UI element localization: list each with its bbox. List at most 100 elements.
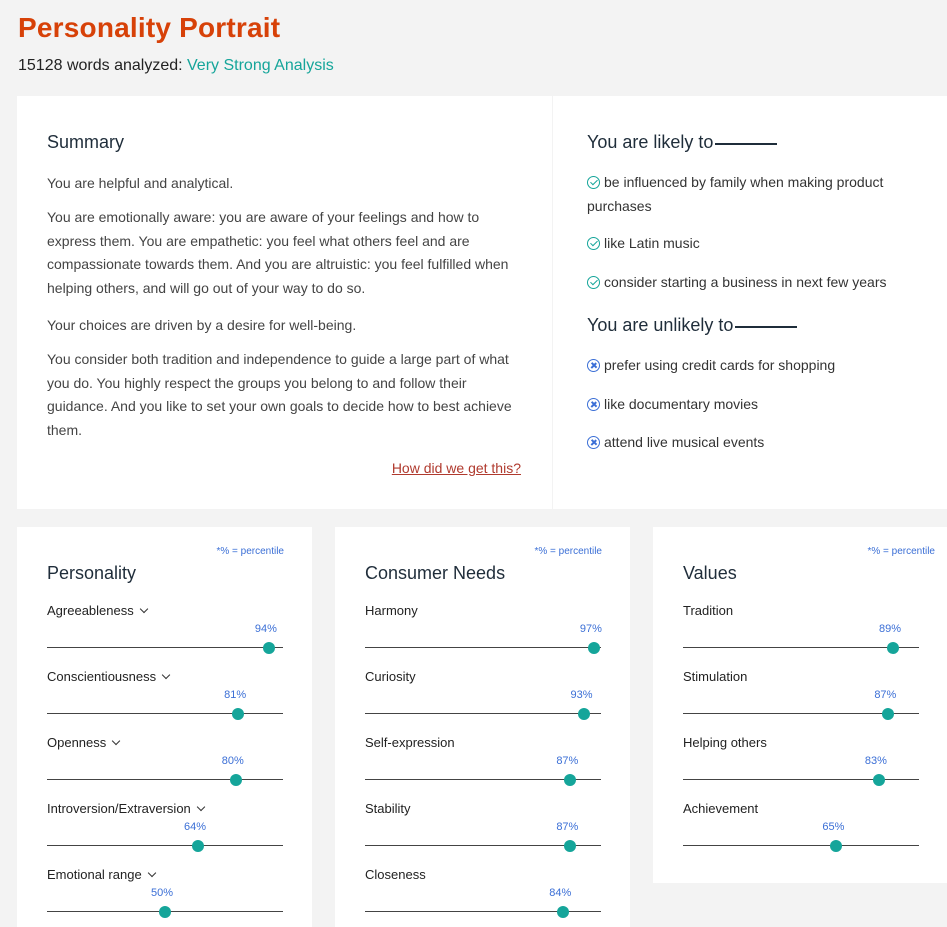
percentile-value: 83% (864, 755, 887, 767)
slider-marker (830, 840, 843, 852)
percentile-value: 93% (570, 689, 593, 701)
unlikely-item: like documentary movies (587, 392, 932, 416)
trait-slider-row[interactable]: Openness 80% (47, 735, 283, 795)
trait-slider-row: Harmony 97% (365, 603, 602, 663)
trait-label[interactable]: Emotional range (47, 867, 156, 882)
trait-slider-row: Self-expression 87% (365, 735, 601, 795)
personality-panel: *% = percentile Personality Agreeablenes… (17, 527, 312, 927)
likely-heading: You are likely to (587, 132, 778, 153)
slider-marker (229, 774, 242, 786)
x-circle-icon (587, 398, 600, 411)
summary-paragraph: Your choices are driven by a desire for … (47, 317, 357, 333)
likely-item: like Latin music (587, 231, 932, 255)
slider-marker (159, 906, 171, 918)
slider-track (47, 647, 283, 648)
percentile-value: 97% (579, 623, 602, 635)
percentile-note: *% = percentile (216, 546, 284, 557)
percentile-value: 64% (184, 821, 207, 833)
trait-slider-row: Stimulation 87% (683, 669, 919, 729)
percentile-value: 80% (221, 755, 244, 767)
trait-label[interactable]: Openness (47, 735, 121, 750)
slider-track (47, 713, 283, 714)
slider-marker (232, 708, 245, 720)
check-circle-icon (587, 176, 600, 189)
trait-label: Curiosity (365, 669, 416, 684)
slider-marker (262, 642, 275, 654)
summary-card: Summary You are helpful and analytical. … (17, 96, 552, 509)
trait-slider-row[interactable]: Emotional range 50% (47, 867, 283, 927)
unlikely-item: attend live musical events (587, 430, 932, 454)
slider-marker (557, 906, 570, 918)
summary-paragraph: You consider both tradition and independ… (47, 351, 512, 438)
slider-track (683, 647, 919, 648)
trait-label: Achievement (683, 801, 759, 816)
trait-label[interactable]: Conscientiousness (47, 669, 171, 684)
percentile-value: 50% (151, 887, 174, 899)
slider-track (365, 713, 601, 714)
analysis-strength: Very Strong Analysis (187, 57, 334, 74)
trait-slider-row[interactable]: Agreeableness 94% (47, 603, 283, 663)
slider-marker (564, 840, 577, 852)
trait-label: Stability (365, 801, 411, 816)
analysis-summary-line: 15128 words analyzed: Very Strong Analys… (18, 57, 334, 75)
trait-slider-row[interactable]: Conscientiousness 81% (47, 669, 283, 729)
trait-slider-row: Helping others 83% (683, 735, 919, 795)
personality-heading: Personality (47, 563, 137, 583)
slider-track (683, 845, 919, 846)
page-title: Personality Portrait (18, 12, 281, 43)
trait-label: Harmony (365, 603, 418, 618)
likely-card: You are likely to be influenced by famil… (553, 96, 947, 509)
x-circle-icon (587, 359, 600, 372)
consumer-needs-heading: Consumer Needs (365, 563, 506, 583)
x-circle-icon (587, 436, 600, 449)
unlikely-item: prefer using credit cards for shopping (587, 353, 932, 377)
values-heading: Values (683, 563, 737, 583)
slider-marker (887, 642, 900, 654)
trait-label[interactable]: Introversion/Extraversion (47, 801, 206, 816)
percentile-value: 94% (254, 623, 277, 635)
percentile-note: *% = percentile (534, 546, 602, 557)
summary-paragraph: You are emotionally aware: you are aware… (47, 209, 509, 296)
summary-paragraph: You are helpful and analytical. (47, 175, 234, 191)
consumer-needs-panel: *% = percentile Consumer Needs Harmony 97… (335, 527, 630, 927)
slider-marker (578, 708, 591, 720)
trait-label: Self-expression (365, 735, 455, 750)
likely-item: consider starting a business in next few… (587, 270, 932, 294)
trait-slider-row: Stability 87% (365, 801, 601, 861)
chevron-down-icon[interactable] (112, 736, 121, 746)
percentile-value: 87% (556, 821, 579, 833)
trait-label[interactable]: Agreeableness (47, 603, 148, 618)
trait-slider-row: Closeness 84% (365, 867, 601, 927)
percentile-value: 87% (874, 689, 897, 701)
chevron-down-icon[interactable] (161, 670, 171, 680)
percentile-value: 81% (224, 689, 247, 701)
check-circle-icon (587, 276, 600, 289)
likely-item: be influenced by family when making prod… (587, 174, 884, 214)
trait-label: Tradition (683, 603, 734, 618)
slider-marker (192, 840, 205, 852)
chevron-down-icon[interactable] (139, 604, 148, 614)
slider-track (47, 845, 283, 846)
words-analyzed: 15128 words analyzed: (18, 57, 183, 74)
trait-slider-row: Tradition 89% (683, 603, 919, 663)
chevron-down-icon[interactable] (196, 802, 206, 812)
slider-marker (587, 642, 600, 654)
trait-slider-row: Achievement 65% (683, 801, 919, 861)
slider-marker (564, 774, 577, 786)
slider-track (365, 647, 601, 648)
trait-label: Closeness (365, 867, 426, 882)
trait-label: Stimulation (683, 669, 748, 684)
trait-slider-row[interactable]: Introversion/Extraversion 64% (47, 801, 283, 861)
slider-marker (882, 708, 895, 720)
chevron-down-icon[interactable] (147, 868, 156, 878)
slider-track (47, 779, 283, 780)
unlikely-heading: You are unlikely to (587, 315, 798, 336)
values-panel: *% = percentile Values Tradition 89% Stimu… (653, 527, 947, 883)
percentile-value: 84% (549, 887, 572, 899)
how-did-we-get-this-link[interactable]: How did we get this? (392, 460, 521, 476)
percentile-note: *% = percentile (867, 546, 935, 557)
slider-marker (872, 774, 885, 786)
trait-slider-row: Curiosity 93% (365, 669, 601, 729)
trait-label: Helping others (683, 735, 767, 750)
percentile-value: 89% (879, 623, 902, 635)
